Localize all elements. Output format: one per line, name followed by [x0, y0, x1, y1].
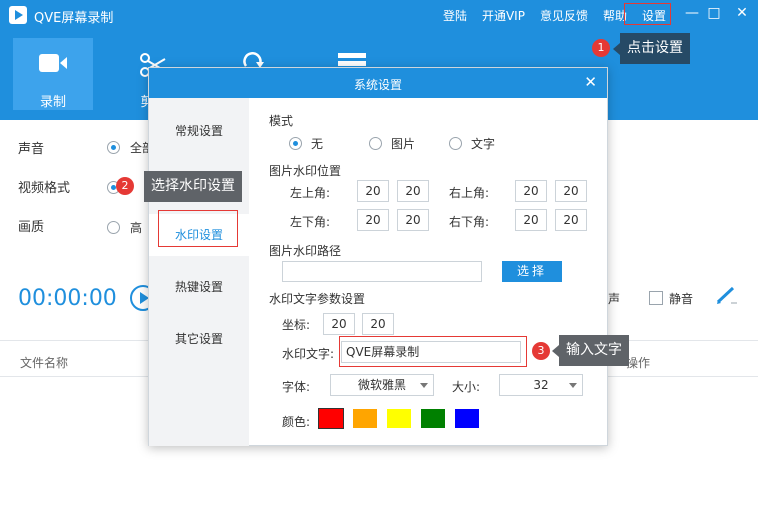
pen-icon[interactable] — [715, 285, 739, 305]
quality-high-label: 高 — [130, 221, 143, 235]
mode-text-label: 文字 — [471, 137, 496, 151]
sidebar-item-general[interactable]: 常规设置 — [149, 110, 249, 152]
top-right-x-input[interactable]: 20 — [515, 180, 547, 202]
text-value-label: 水印文字: — [282, 347, 335, 361]
maximize-button[interactable]: □ — [706, 5, 722, 21]
font-label: 字体: — [282, 380, 311, 394]
video-format-label: 视频格式 — [18, 181, 71, 196]
font-select-value: 微软雅黑 — [357, 378, 406, 392]
image-path-label: 图片水印路径 — [269, 244, 342, 258]
callout-click-settings: 点击设置 — [613, 33, 690, 64]
bottom-left-x-input[interactable]: 20 — [357, 209, 389, 231]
close-button[interactable]: ✕ — [734, 5, 750, 21]
mode-image-label: 图片 — [391, 137, 416, 151]
top-right-y-input[interactable]: 20 — [555, 180, 587, 202]
menu-feedback[interactable]: 意见反馈 — [540, 7, 588, 24]
color-swatch-green[interactable] — [421, 409, 445, 428]
image-path-input[interactable] — [282, 261, 482, 282]
top-left-label: 左上角: — [290, 186, 331, 200]
settings-highlight-box — [624, 3, 671, 25]
callout-input-text: 输入文字 — [552, 335, 629, 366]
color-swatch-blue[interactable] — [455, 409, 479, 428]
menu-login[interactable]: 登陆 — [443, 7, 467, 24]
coord-label: 坐标: — [282, 318, 311, 332]
bottom-right-x-input[interactable]: 20 — [515, 209, 547, 231]
top-left-x-input[interactable]: 20 — [357, 180, 389, 202]
app-logo-icon — [9, 6, 27, 24]
image-position-label: 图片水印位置 — [269, 164, 342, 178]
sidebar-item-other[interactable]: 其它设置 — [149, 318, 249, 360]
column-file-name: 文件名称 — [20, 356, 69, 370]
size-select[interactable]: 32 — [499, 374, 583, 396]
video-camera-icon — [39, 54, 67, 72]
app-title: QVE屏幕录制 — [34, 11, 114, 26]
color-swatch-red[interactable] — [318, 408, 344, 429]
dialog-sidebar: 常规设置 鼠标设置 水印设置 热键设置 其它设置 — [149, 98, 249, 446]
size-label: 大小: — [452, 380, 481, 394]
size-select-value: 32 — [533, 378, 549, 392]
chevron-down-icon — [569, 383, 577, 388]
select-image-button[interactable]: 选择 — [502, 261, 562, 282]
mute-checkbox[interactable] — [649, 291, 663, 305]
sound-all-radio[interactable] — [107, 141, 120, 154]
color-swatch-orange[interactable] — [353, 409, 377, 428]
dialog-close-button[interactable]: ✕ — [584, 73, 597, 91]
bottom-right-label: 右下角: — [449, 215, 490, 229]
coord-y-input[interactable]: 20 — [362, 313, 394, 335]
top-right-label: 右上角: — [449, 186, 490, 200]
watermark-highlight-box — [158, 210, 238, 247]
mode-none-radio[interactable] — [289, 137, 302, 150]
mode-none-label: 无 — [311, 137, 324, 151]
nav-tab-record[interactable]: 录制 — [13, 38, 93, 110]
sound-label: 声音 — [18, 142, 45, 157]
list-icon[interactable] — [337, 52, 367, 68]
step-badge-1: 1 — [592, 39, 610, 57]
mode-image-radio[interactable] — [369, 137, 382, 150]
mode-text-radio[interactable] — [449, 137, 462, 150]
bottom-left-y-input[interactable]: 20 — [397, 209, 429, 231]
step-badge-2: 2 — [116, 177, 134, 195]
text-input-highlight-box — [339, 336, 527, 367]
menu-vip[interactable]: 开通VIP — [482, 7, 525, 24]
callout-select-watermark: 选择水印设置 — [144, 171, 242, 202]
column-operation: 操作 — [626, 356, 651, 370]
sidebar-item-hotkey[interactable]: 热键设置 — [149, 266, 249, 308]
quality-high-radio[interactable] — [107, 221, 120, 234]
system-settings-dialog: 系统设置 ✕ 常规设置 鼠标设置 水印设置 热键设置 其它设置 模式 无 图片 … — [148, 67, 608, 446]
nav-tab-record-label: 录制 — [39, 95, 66, 110]
sound-partial-label: 声 — [608, 292, 621, 306]
minimize-button[interactable]: — — [684, 5, 700, 21]
mode-label: 模式 — [269, 114, 294, 128]
quality-label: 画质 — [18, 220, 45, 235]
dialog-title: 系统设置 — [353, 78, 402, 92]
dialog-header: 系统设置 ✕ — [149, 68, 607, 98]
step-badge-3: 3 — [532, 342, 550, 360]
chevron-down-icon — [420, 383, 428, 388]
coord-x-input[interactable]: 20 — [323, 313, 355, 335]
color-swatch-yellow[interactable] — [387, 409, 411, 428]
font-select[interactable]: 微软雅黑 — [330, 374, 434, 396]
mute-label: 静音 — [669, 292, 694, 306]
color-label: 颜色: — [282, 415, 311, 429]
recording-timer: 00:00:00 — [18, 286, 117, 311]
top-left-y-input[interactable]: 20 — [397, 180, 429, 202]
bottom-right-y-input[interactable]: 20 — [555, 209, 587, 231]
bottom-left-label: 左下角: — [290, 215, 331, 229]
text-settings-label: 水印文字参数设置 — [269, 292, 366, 306]
